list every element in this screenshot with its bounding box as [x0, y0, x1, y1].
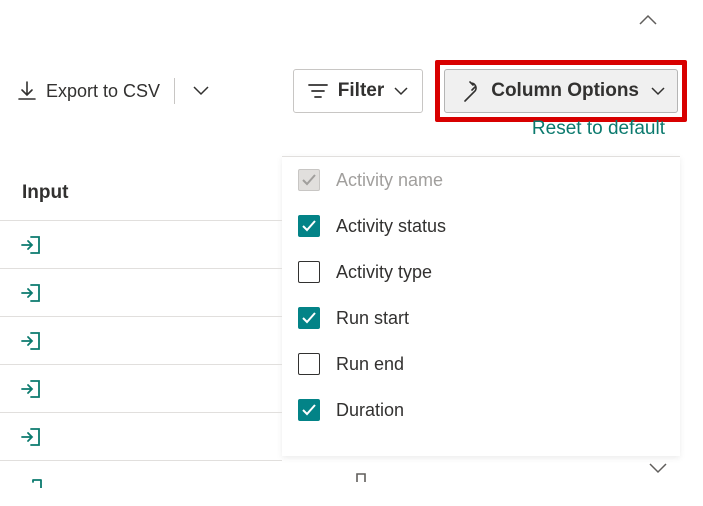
panel-expand-caret[interactable]: [649, 462, 667, 474]
reset-to-default-link[interactable]: Reset to default: [532, 118, 665, 140]
output-icon[interactable]: [354, 472, 376, 482]
input-icon[interactable]: [20, 379, 42, 399]
table-row[interactable]: [0, 269, 282, 317]
option-run-start[interactable]: Run start: [282, 295, 680, 341]
option-activity-name[interactable]: Activity name: [282, 157, 680, 203]
export-dropdown-caret[interactable]: [187, 80, 215, 102]
wrench-icon: [457, 80, 479, 102]
export-csv-label: Export to CSV: [46, 81, 160, 102]
column-options-label: Column Options: [491, 80, 639, 102]
table-row[interactable]: [0, 317, 282, 365]
filter-button[interactable]: Filter: [293, 69, 423, 113]
checkbox-unchecked[interactable]: [298, 261, 320, 283]
column-options-highlight: Column Options: [435, 60, 687, 122]
toolbar-divider: [174, 78, 175, 104]
chevron-down-icon: [651, 87, 665, 96]
option-label: Activity type: [336, 262, 432, 283]
table-row[interactable]: [0, 221, 282, 269]
option-label: Run start: [336, 308, 409, 329]
checkbox-disabled-checked: [298, 169, 320, 191]
input-icon[interactable]: [20, 283, 42, 303]
filter-icon: [308, 83, 328, 99]
checkbox-checked[interactable]: [298, 399, 320, 421]
chevron-down-icon: [394, 87, 408, 96]
panel-collapse-caret[interactable]: [639, 14, 657, 26]
toolbar: Export to CSV Filter Column Options: [0, 0, 703, 122]
option-label: Activity status: [336, 216, 446, 237]
option-label: Activity name: [336, 170, 443, 191]
option-activity-status[interactable]: Activity status: [282, 203, 680, 249]
column-options-dropdown: Activity name Activity status Activity t…: [282, 156, 680, 456]
table-area: Input: [0, 172, 282, 461]
column-options-button[interactable]: Column Options: [444, 69, 678, 113]
filter-label: Filter: [338, 80, 384, 102]
chevron-down-icon: [193, 86, 209, 96]
checkbox-unchecked[interactable]: [298, 353, 320, 375]
option-activity-type[interactable]: Activity type: [282, 249, 680, 295]
column-header-input[interactable]: Input: [0, 172, 282, 221]
input-icon[interactable]: [20, 427, 42, 447]
option-duration[interactable]: Duration: [282, 387, 680, 433]
table-row[interactable]: [0, 365, 282, 413]
checkbox-checked[interactable]: [298, 307, 320, 329]
input-icon[interactable]: [20, 331, 42, 351]
option-run-end[interactable]: Run end: [282, 341, 680, 387]
export-csv-button[interactable]: Export to CSV: [16, 77, 162, 106]
table-row[interactable]: [0, 413, 282, 461]
download-icon: [18, 81, 36, 101]
input-icon[interactable]: [20, 235, 42, 255]
option-label: Duration: [336, 400, 404, 421]
option-label: Run end: [336, 354, 404, 375]
checkbox-checked[interactable]: [298, 215, 320, 237]
input-icon[interactable]: [22, 478, 44, 488]
